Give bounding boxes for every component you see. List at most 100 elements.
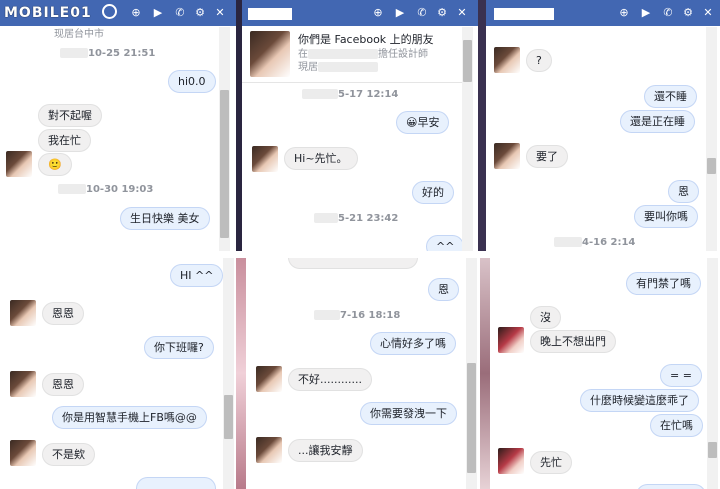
- watermark-text: MOBILE01: [4, 5, 92, 21]
- profile-photo[interactable]: [250, 31, 290, 77]
- message-out: 還是正在睡: [620, 110, 695, 133]
- message-out: 恩: [668, 180, 699, 203]
- gear-icon[interactable]: ⚙: [682, 7, 694, 19]
- close-icon[interactable]: ✕: [456, 7, 468, 19]
- timestamp-text: 5-17 12:14: [338, 89, 399, 100]
- panel-divider: [478, 0, 486, 251]
- profile-top-text: 现居台中市: [54, 29, 104, 40]
- timestamp-text: 7-16 18:18: [340, 310, 401, 321]
- avatar[interactable]: [498, 448, 524, 474]
- timestamp-text: 5-21 23:42: [338, 213, 399, 224]
- work-title: 擔任設計師: [378, 49, 428, 60]
- message-out: 心情好多了嗎: [370, 332, 456, 355]
- panel-divider: [0, 251, 720, 258]
- close-icon[interactable]: ✕: [214, 7, 226, 19]
- add-friend-icon[interactable]: ⊕: [618, 7, 630, 19]
- video-call-icon[interactable]: ▶: [152, 7, 164, 19]
- avatar[interactable]: [10, 371, 36, 397]
- message-in: 我在忙: [38, 129, 91, 152]
- avatar[interactable]: [10, 440, 36, 466]
- gear-icon[interactable]: ⚙: [436, 7, 448, 19]
- avatar[interactable]: [256, 437, 282, 463]
- scrollbar-thumb[interactable]: [708, 442, 717, 458]
- message-in: 不是欸: [42, 443, 95, 466]
- add-friend-icon[interactable]: ⊕: [372, 7, 384, 19]
- message-out: 還不睡: [644, 85, 697, 108]
- chat-header-2[interactable]: ⊕ ▶ ✆ ⚙ ✕: [242, 0, 478, 26]
- video-call-icon[interactable]: ▶: [640, 7, 652, 19]
- message-in: Hi~先忙。: [284, 147, 358, 170]
- message-out: 😀早安: [396, 111, 450, 134]
- phone-icon[interactable]: ✆: [662, 7, 674, 19]
- message-in: 要了: [526, 145, 568, 168]
- message-out: 好的: [412, 181, 454, 204]
- scrollbar-thumb[interactable]: [463, 40, 472, 82]
- message-out: 什麼時候變這麼乖了: [580, 389, 699, 412]
- message-out: hi0.0: [168, 70, 216, 93]
- message-out: = =: [660, 364, 702, 387]
- background-strip: [236, 258, 246, 489]
- message-in: 沒: [530, 306, 561, 329]
- scrollbar-track[interactable]: [223, 258, 234, 489]
- timestamp: 7-16 18:18: [314, 310, 400, 321]
- timestamp: 10-25 21:51: [60, 48, 155, 59]
- mobile01-watermark: MOBILE01: [4, 3, 124, 23]
- avatar[interactable]: [256, 366, 282, 392]
- avatar[interactable]: [494, 47, 520, 73]
- phone-icon[interactable]: ✆: [416, 7, 428, 19]
- chat-panel-1: MOBILE01 ⊕ ▶ ✆ ⚙ ✕ 现居台中市 10-25 21:51 hi0…: [0, 0, 236, 251]
- message-out: 要叫你嗎: [634, 205, 698, 228]
- message-in: 先忙: [530, 451, 572, 474]
- message-in: 晚上不想出門: [530, 330, 616, 353]
- message-out: 你下班囉?: [144, 336, 214, 359]
- chat-header-1[interactable]: MOBILE01 ⊕ ▶ ✆ ⚙ ✕: [0, 0, 236, 26]
- chat-header-3[interactable]: ⊕ ▶ ✆ ⚙ ✕: [486, 0, 720, 26]
- add-friend-icon[interactable]: ⊕: [130, 7, 142, 19]
- message-out-partial: [136, 477, 216, 489]
- scrollbar-thumb[interactable]: [707, 158, 716, 174]
- avatar[interactable]: [494, 143, 520, 169]
- message-out: 有門禁了嗎: [626, 272, 701, 295]
- message-out: 生日快樂 美女: [120, 207, 210, 230]
- phone-icon[interactable]: ✆: [174, 7, 186, 19]
- avatar[interactable]: [6, 151, 32, 177]
- avatar[interactable]: [252, 146, 278, 172]
- message-out-partial: [636, 484, 706, 489]
- message-out: 在忙嗎: [650, 414, 703, 437]
- background-strip: [480, 258, 490, 489]
- gear-icon[interactable]: ⚙: [194, 7, 206, 19]
- chat-panel-6: 有門禁了嗎 沒 晚上不想出門 = = 什麼時候變這麼乖了 在忙嗎 先忙: [490, 258, 720, 489]
- message-in-emoji: 🙂: [38, 153, 72, 176]
- message-in: ?: [526, 49, 552, 72]
- message-out: ^^: [426, 235, 465, 251]
- avatar[interactable]: [498, 327, 524, 353]
- location-prefix: 現居: [298, 62, 318, 73]
- message-in: 恩恩: [42, 302, 84, 325]
- contact-name-blurred[interactable]: [248, 8, 292, 20]
- close-icon[interactable]: ✕: [702, 7, 714, 19]
- scrollbar-thumb[interactable]: [224, 395, 233, 439]
- message-in-partial: [288, 258, 418, 269]
- chat-panel-5: 恩 7-16 18:18 心情好多了嗎 不好............ 你需要發洩…: [246, 258, 480, 489]
- video-call-icon[interactable]: ▶: [394, 7, 406, 19]
- message-out: HI ^^: [170, 264, 224, 287]
- message-in: 不好............: [288, 368, 372, 391]
- profile-card: 你們是 Facebook 上的朋友 在擔任設計師 現居: [242, 26, 462, 83]
- message-out: 你是用智慧手機上FB嗎@@: [52, 406, 207, 429]
- message-out: 恩: [428, 278, 459, 301]
- timestamp: 4-16 2:14: [554, 237, 635, 248]
- chat-panel-2: ⊕ ▶ ✆ ⚙ ✕ 你們是 Facebook 上的朋友 在擔任設計師 現居 5-…: [242, 0, 478, 251]
- avatar[interactable]: [10, 300, 36, 326]
- contact-name-blurred[interactable]: [494, 8, 554, 20]
- message-out: 你需要發洩一下: [360, 402, 457, 425]
- chat-panel-4: HI ^^ 恩恩 你下班囉? 恩恩 你是用智慧手機上FB嗎@@ 不是欸: [0, 258, 236, 489]
- message-in: 對不起喔: [38, 104, 102, 127]
- scrollbar-track[interactable]: [706, 27, 717, 251]
- scrollbar-thumb[interactable]: [467, 363, 476, 473]
- timestamp-text: 4-16 2:14: [582, 237, 636, 248]
- timestamp-text: 10-25 21:51: [88, 48, 156, 59]
- profile-location: 現居: [298, 58, 378, 73]
- chat-panel-3: ⊕ ▶ ✆ ⚙ ✕ ? 還不睡 還是正在睡 要了 恩 要叫你嗎 4-16 2:1…: [486, 0, 720, 251]
- scrollbar-thumb[interactable]: [220, 90, 229, 238]
- panel-divider: [236, 0, 242, 251]
